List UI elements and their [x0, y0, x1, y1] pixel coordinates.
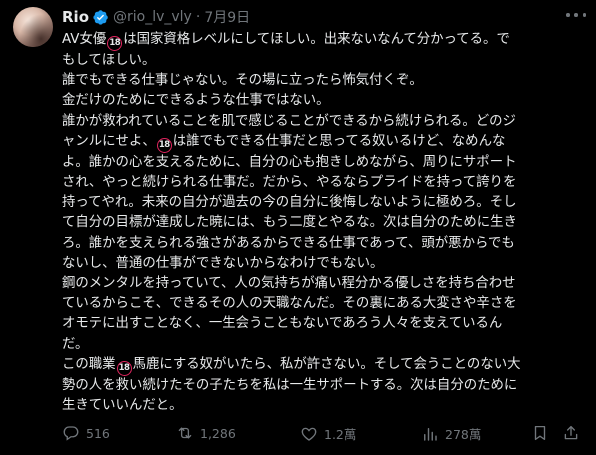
verified-badge-icon: [93, 9, 108, 25]
like-count: 1.2萬: [324, 427, 357, 442]
tweet-text-line: もしてほしい。: [62, 51, 574, 71]
author-handle[interactable]: @rio_lv_vly: [113, 9, 192, 25]
share-icon: [564, 425, 578, 440]
tweet-text-line: だ。: [62, 335, 574, 355]
reply-count: 516: [86, 425, 110, 441]
tweet-text-line: 誰でもできる仕事じゃない。その場に立ったら怖気付くぞ。: [62, 71, 574, 91]
tweet-text: AV女優 18 は国家資格レベルにしてほしい。出来ないなんて分かってる。で もしてほし…: [62, 30, 574, 416]
line-text: オモテに出すことなく、一生会うこともないであろう人々を支えているん: [62, 316, 503, 332]
line-text: ろ。誰かを支えられる強さがあるからできる仕事であって、頭が悪からでも: [62, 235, 515, 251]
line-text: て自分の目標が達成した暁には、もう二度とやるな。次は自分のために生き: [62, 215, 517, 231]
reply-button[interactable]: 516: [62, 424, 110, 442]
line-text: は国家資格レベルにしてほしい。出来ないなんて分かってる。で: [123, 32, 510, 47]
tweet-text-line: この職業 18 馬鹿にする奴がいたら、私が許さない。そして会うことのない大: [62, 355, 574, 376]
tweet-card[interactable]: Rio @rio_lv_vly · 7月9日 AV女優 18 は国家資格レベルにして…: [0, 0, 596, 455]
r18-emoji-icon: 18: [116, 360, 132, 376]
separator-dot: ·: [195, 9, 201, 25]
tweet-timestamp[interactable]: 7月9日: [204, 7, 250, 27]
view-count: 278萬: [445, 427, 482, 442]
more-dot: [566, 13, 570, 17]
tweet-text-line: ろ。誰かを支えられる強さがあるからできる仕事であって、頭が悪からでも: [62, 234, 574, 254]
line-text: よ。誰かの心を支えるために、自分の心も抱きしめながら、周りにサポート: [62, 154, 517, 170]
avatar[interactable]: [13, 7, 53, 47]
line-text: 鋼のメンタルを持っていて、人の気持ちが痛い程分かる優しさを持ち合わせ: [62, 276, 516, 292]
line-text: 誰かが救われていることを肌で感じることができるから続けられる。どのジ: [62, 113, 516, 129]
tweet-text-line: 生きていいんだと。: [62, 396, 574, 416]
line-text: この職業: [62, 356, 116, 372]
tweet-text-line: ないし、普通の仕事ができないからなわけでもない。: [62, 254, 574, 274]
line-text: され、やっと続けられる仕事だ。だから、やるならプライドを持って誇りを: [62, 175, 517, 191]
line-text: ているからこそ、できるその人の天職なんだ。その裏にある大変さや辛さを: [62, 296, 517, 312]
share-button[interactable]: [562, 424, 586, 442]
tweet-text-line: よ。誰かの心を支えるために、自分の心も抱きしめながら、周りにサポート: [62, 153, 574, 173]
tweet-text-line: ているからこそ、できるその人の天職なんだ。その裏にある大変さや辛さを: [62, 294, 574, 314]
line-text: 勢の人を救い続けたその子たちを私は一生サポートする。次は自分のために: [62, 377, 518, 393]
action-bar: 516 1,286 1.2萬 278萬: [62, 422, 580, 444]
tweet-text-line: 持ってやれ。未来の自分が過去の今の自分に後悔しないように極めろ。そし: [62, 193, 574, 213]
tweet-text-line: 金だけのためにできるような仕事ではない。: [62, 91, 574, 111]
tweet-text-line: 鋼のメンタルを持っていて、人の気持ちが痛い程分かる優しさを持ち合わせ: [62, 274, 574, 294]
author-name[interactable]: Rio: [62, 8, 89, 26]
tweet-text-line: 勢の人を救い続けたその子たちを私は一生サポートする。次は自分のために: [62, 376, 574, 396]
line-text: 持ってやれ。未来の自分が過去の今の自分に後悔しないように極めろ。そし: [62, 195, 517, 211]
r18-emoji-icon: 18: [156, 137, 172, 153]
line-text: ないし、普通の仕事ができないからなわけでもない。: [62, 255, 384, 271]
more-dot: [582, 13, 586, 17]
tweet-text-line: され、やっと続けられる仕事だ。だから、やるならプライドを持って誇りを: [62, 173, 574, 193]
repost-count: 1,286: [200, 425, 236, 441]
repost-icon: [178, 427, 192, 439]
bookmark-button[interactable]: [531, 424, 555, 442]
views-button[interactable]: 278萬: [421, 424, 481, 443]
line-text: は誰でもできる仕事だと思ってる奴いるけど、なめんな: [172, 133, 506, 149]
bookmark-icon: [534, 425, 546, 441]
line-text: AV女優: [62, 32, 107, 47]
tweet-header: Rio @rio_lv_vly · 7月9日: [62, 6, 590, 28]
tweet-text-line: 誰かが救われていることを肌で感じることができるから続けられる。どのジ: [62, 112, 574, 132]
reply-icon: [63, 426, 79, 441]
line-text: 馬鹿にする奴がいたら、私が許さない。そして会うことのない大: [132, 356, 521, 372]
line-text: 誰でもできる仕事じゃない。その場に立ったら怖気付くぞ。: [62, 73, 423, 89]
tweet-text-line: オモテに出すことなく、一生会うこともないであろう人々を支えているん: [62, 314, 574, 334]
tweet-text-line: て自分の目標が達成した暁には、もう二度とやるな。次は自分のために生き: [62, 213, 574, 233]
line-text: ャンルにせよ、: [62, 133, 156, 149]
line-text: 生きていいんだと。: [62, 398, 183, 414]
line-text: 金だけのためにできるような仕事ではない。: [62, 93, 330, 109]
more-dot: [574, 13, 578, 17]
repost-button[interactable]: 1,286: [176, 424, 236, 442]
line-text: だ。: [62, 336, 89, 352]
tweet-text-line: AV女優 18 は国家資格レベルにしてほしい。出来ないなんて分かってる。で: [62, 30, 574, 51]
like-button[interactable]: 1.2萬: [300, 424, 356, 443]
heart-icon: [301, 427, 317, 441]
tweet-content: Rio @rio_lv_vly · 7月9日 AV女優 18 は国家資格レベルにして…: [62, 6, 590, 416]
tweet-text-line: ャンルにせよ、 18 は誰でもできる仕事だと思ってる奴いるけど、なめんな: [62, 132, 574, 153]
more-options-icon[interactable]: [566, 8, 586, 22]
views-chart-icon: [424, 427, 437, 441]
avatar-image: [13, 7, 53, 47]
line-text: もしてほしい。: [62, 53, 156, 68]
r18-emoji-icon: 18: [107, 36, 123, 51]
